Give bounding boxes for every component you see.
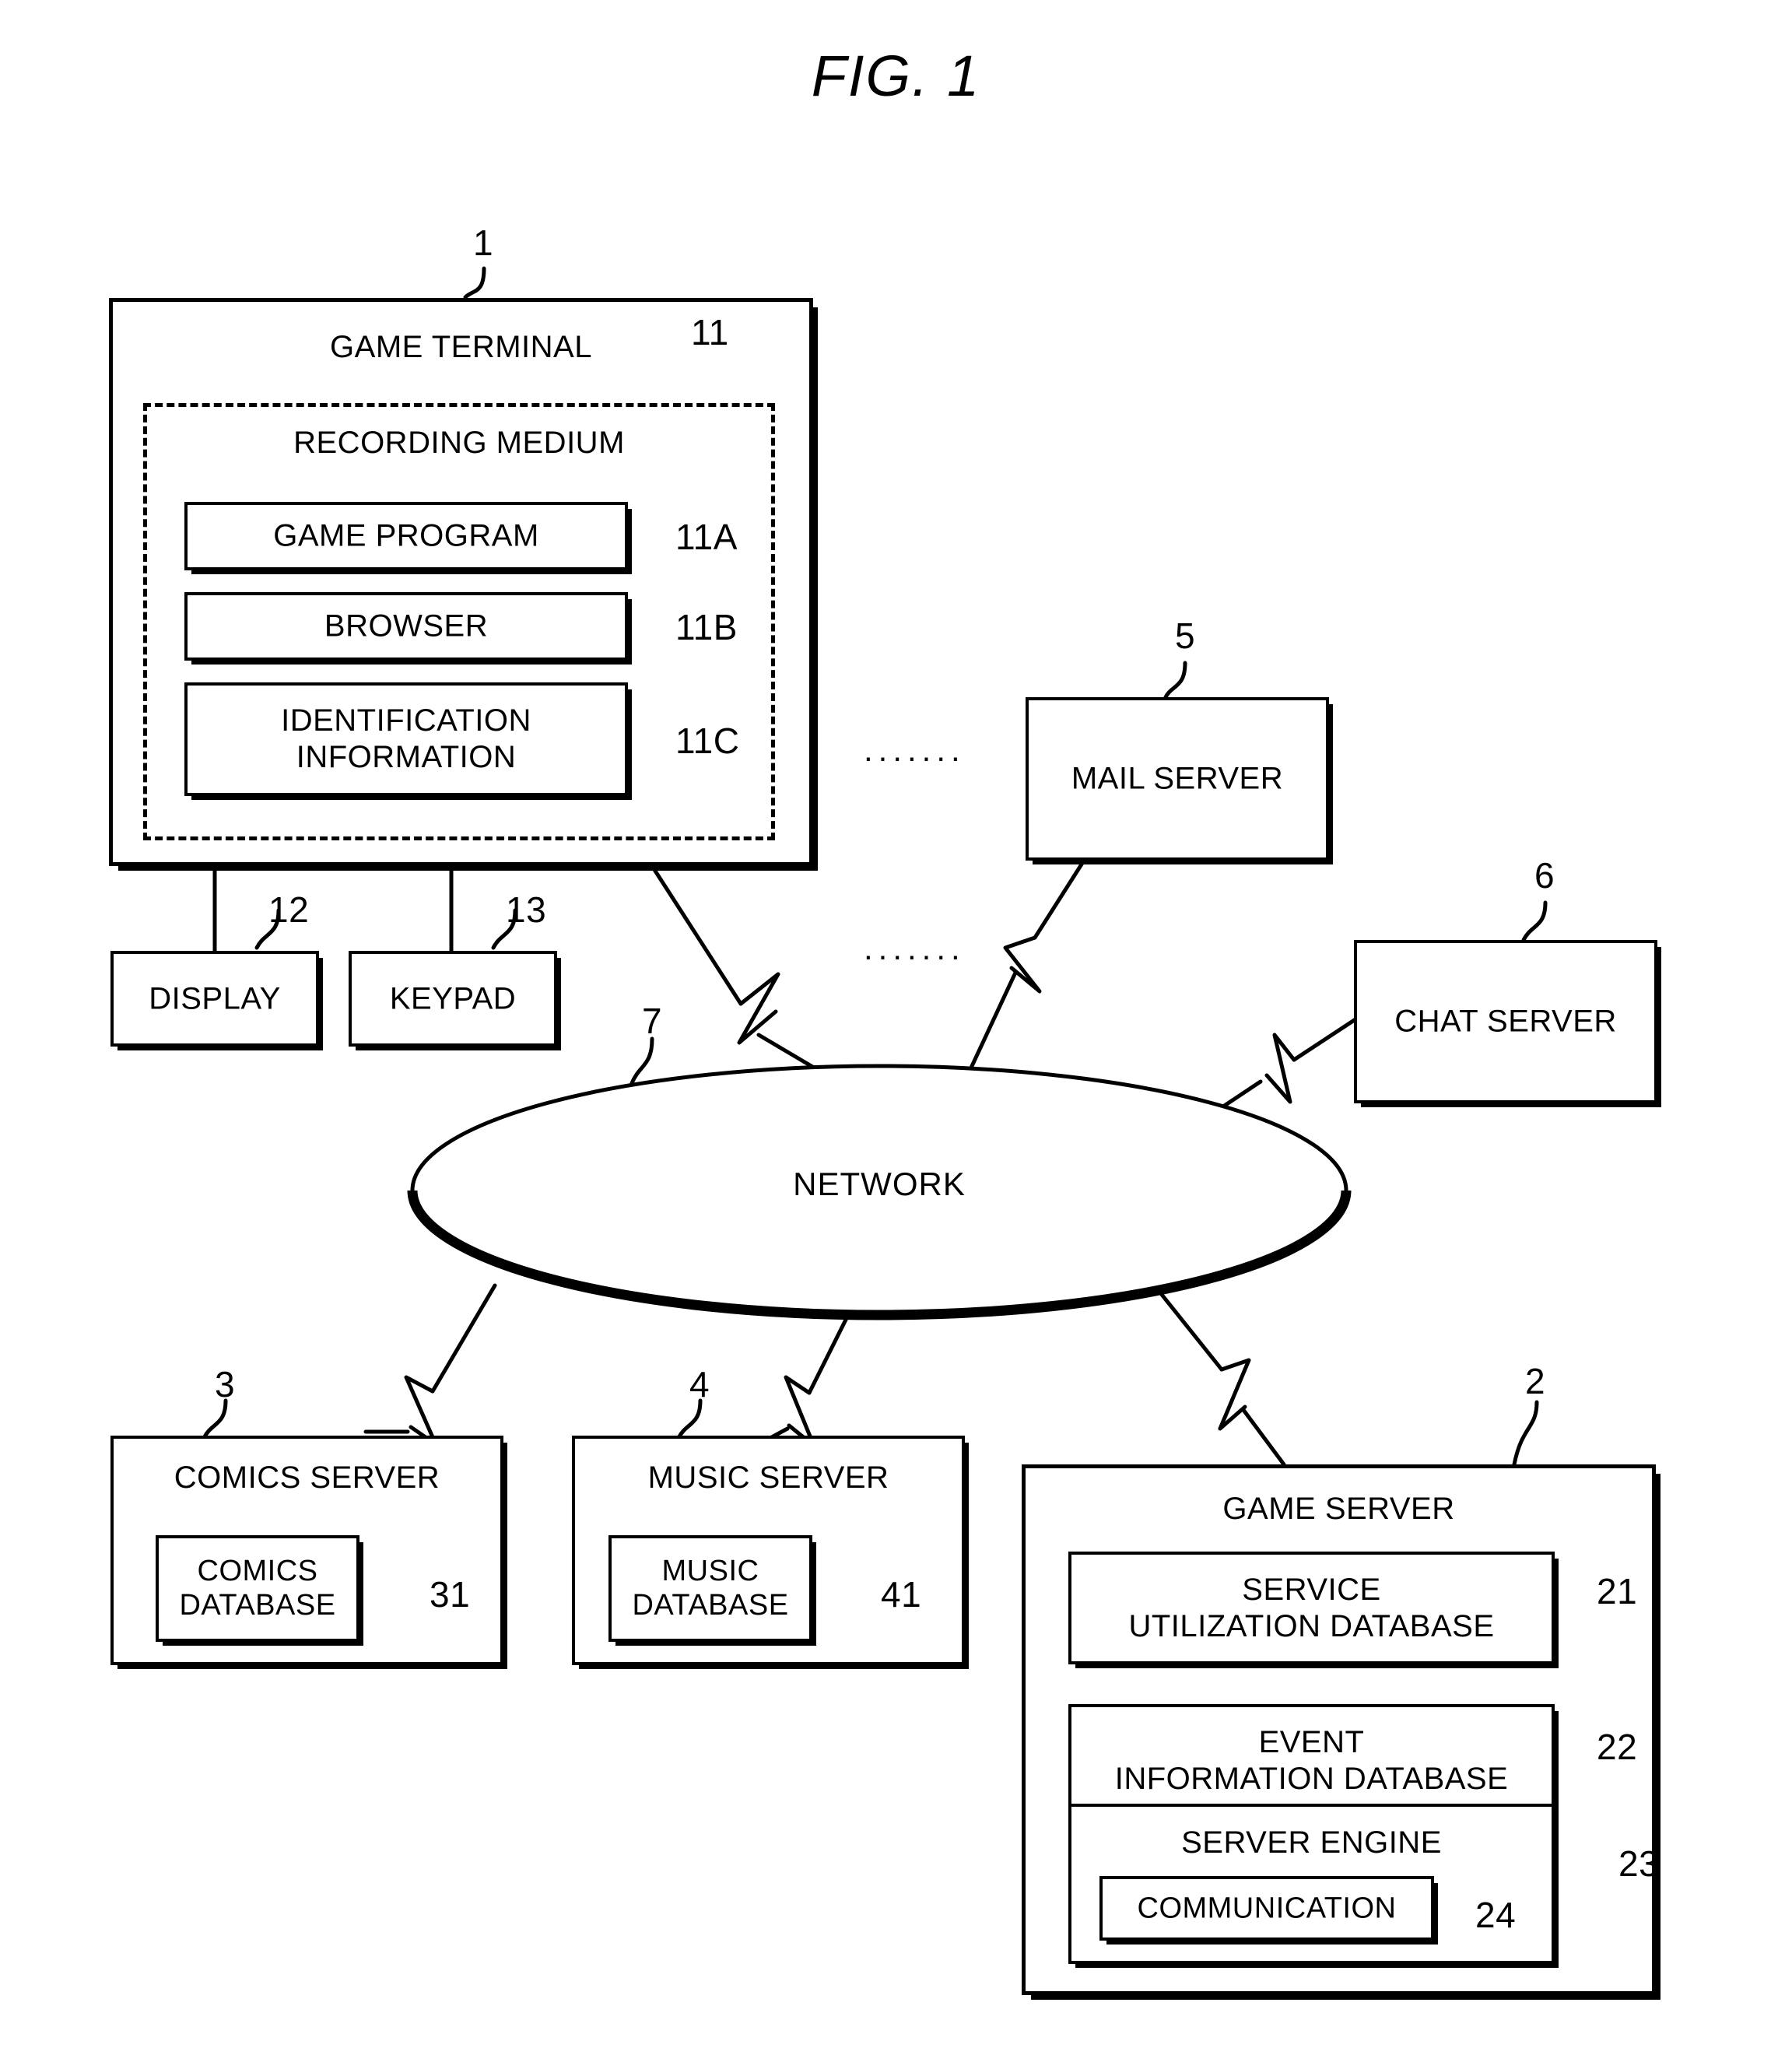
comics-server-title: COMICS SERVER [174,1461,440,1495]
network-label: NETWORK [793,1166,966,1202]
display-label: DISPLAY [149,980,281,1015]
identification-information-box[interactable]: IDENTIFICATION INFORMATION [184,682,628,796]
communication-box[interactable]: COMMUNICATION [1099,1876,1434,1941]
communication-label: COMMUNICATION [1137,1892,1397,1925]
ref-label-game-program: 11A [675,517,738,557]
event-information-database-box[interactable]: EVENT INFORMATION DATABASE [1068,1704,1555,1817]
ref-label-chat-server: 6 [1534,855,1555,896]
comics-database-box[interactable]: COMICS DATABASE [156,1535,359,1642]
ref-label-event-information-database: 22 [1597,1727,1638,1767]
ref-label-game-terminal: 1 [473,223,494,263]
display-box[interactable]: DISPLAY [110,951,319,1047]
ref-label-server-engine: 23 [1618,1843,1660,1884]
ref-label-mail-server: 5 [1175,615,1196,656]
ref-label-service-utilization-database: 21 [1597,1571,1638,1611]
service-utilization-database-label: SERVICE UTILIZATION DATABASE [1128,1572,1495,1643]
ref-label-comics-server: 3 [215,1364,236,1404]
mail-server-label: MAIL SERVER [1071,761,1284,796]
recording-medium-title: RECORDING MEDIUM [293,426,625,460]
keypad-box[interactable]: KEYPAD [349,951,557,1047]
ref-label-music-server: 4 [689,1364,710,1404]
game-program-box[interactable]: GAME PROGRAM [184,502,628,570]
ref-label-identification-information: 11C [675,721,740,761]
ref-label-comics-database: 31 [430,1574,471,1615]
mail-server-box[interactable]: MAIL SERVER [1026,697,1329,861]
ref-label-keypad: 13 [506,889,547,930]
ellipsis-upper: ....... [864,731,966,768]
music-server-title: MUSIC SERVER [647,1461,889,1495]
ref-label-game-server: 2 [1525,1361,1546,1401]
ref-label-display: 12 [268,889,310,930]
ref-label-music-database: 41 [881,1574,922,1615]
ref-label-communication: 24 [1475,1895,1517,1935]
music-database-box[interactable]: MUSIC DATABASE [608,1535,812,1642]
game-program-label: GAME PROGRAM [273,518,539,553]
browser-label: BROWSER [324,608,489,643]
identification-information-label: IDENTIFICATION INFORMATION [281,703,531,774]
server-engine-title: SERVER ENGINE [1181,1825,1442,1860]
music-database-label: MUSIC DATABASE [632,1554,789,1622]
event-information-database-label: EVENT INFORMATION DATABASE [1114,1724,1509,1796]
ref-label-network: 7 [642,1001,663,1041]
comics-database-label: COMICS DATABASE [179,1554,336,1622]
chat-server-box[interactable]: CHAT SERVER [1354,940,1657,1103]
figure-title: FIG. 1 [811,44,981,108]
browser-box[interactable]: BROWSER [184,592,628,661]
service-utilization-database-box[interactable]: SERVICE UTILIZATION DATABASE [1068,1552,1555,1664]
game-server-title: GAME SERVER [1222,1492,1455,1526]
ref-label-recording-medium: 11 [691,312,729,352]
keypad-label: KEYPAD [389,980,517,1015]
ellipsis-lower: ....... [864,930,966,966]
ref-label-browser: 11B [675,607,738,647]
chat-server-label: CHAT SERVER [1394,1004,1617,1039]
patent-figure-page: FIG. 1 GAME TERMINAL 1 RECORDING MEDIUM … [0,0,1792,2062]
